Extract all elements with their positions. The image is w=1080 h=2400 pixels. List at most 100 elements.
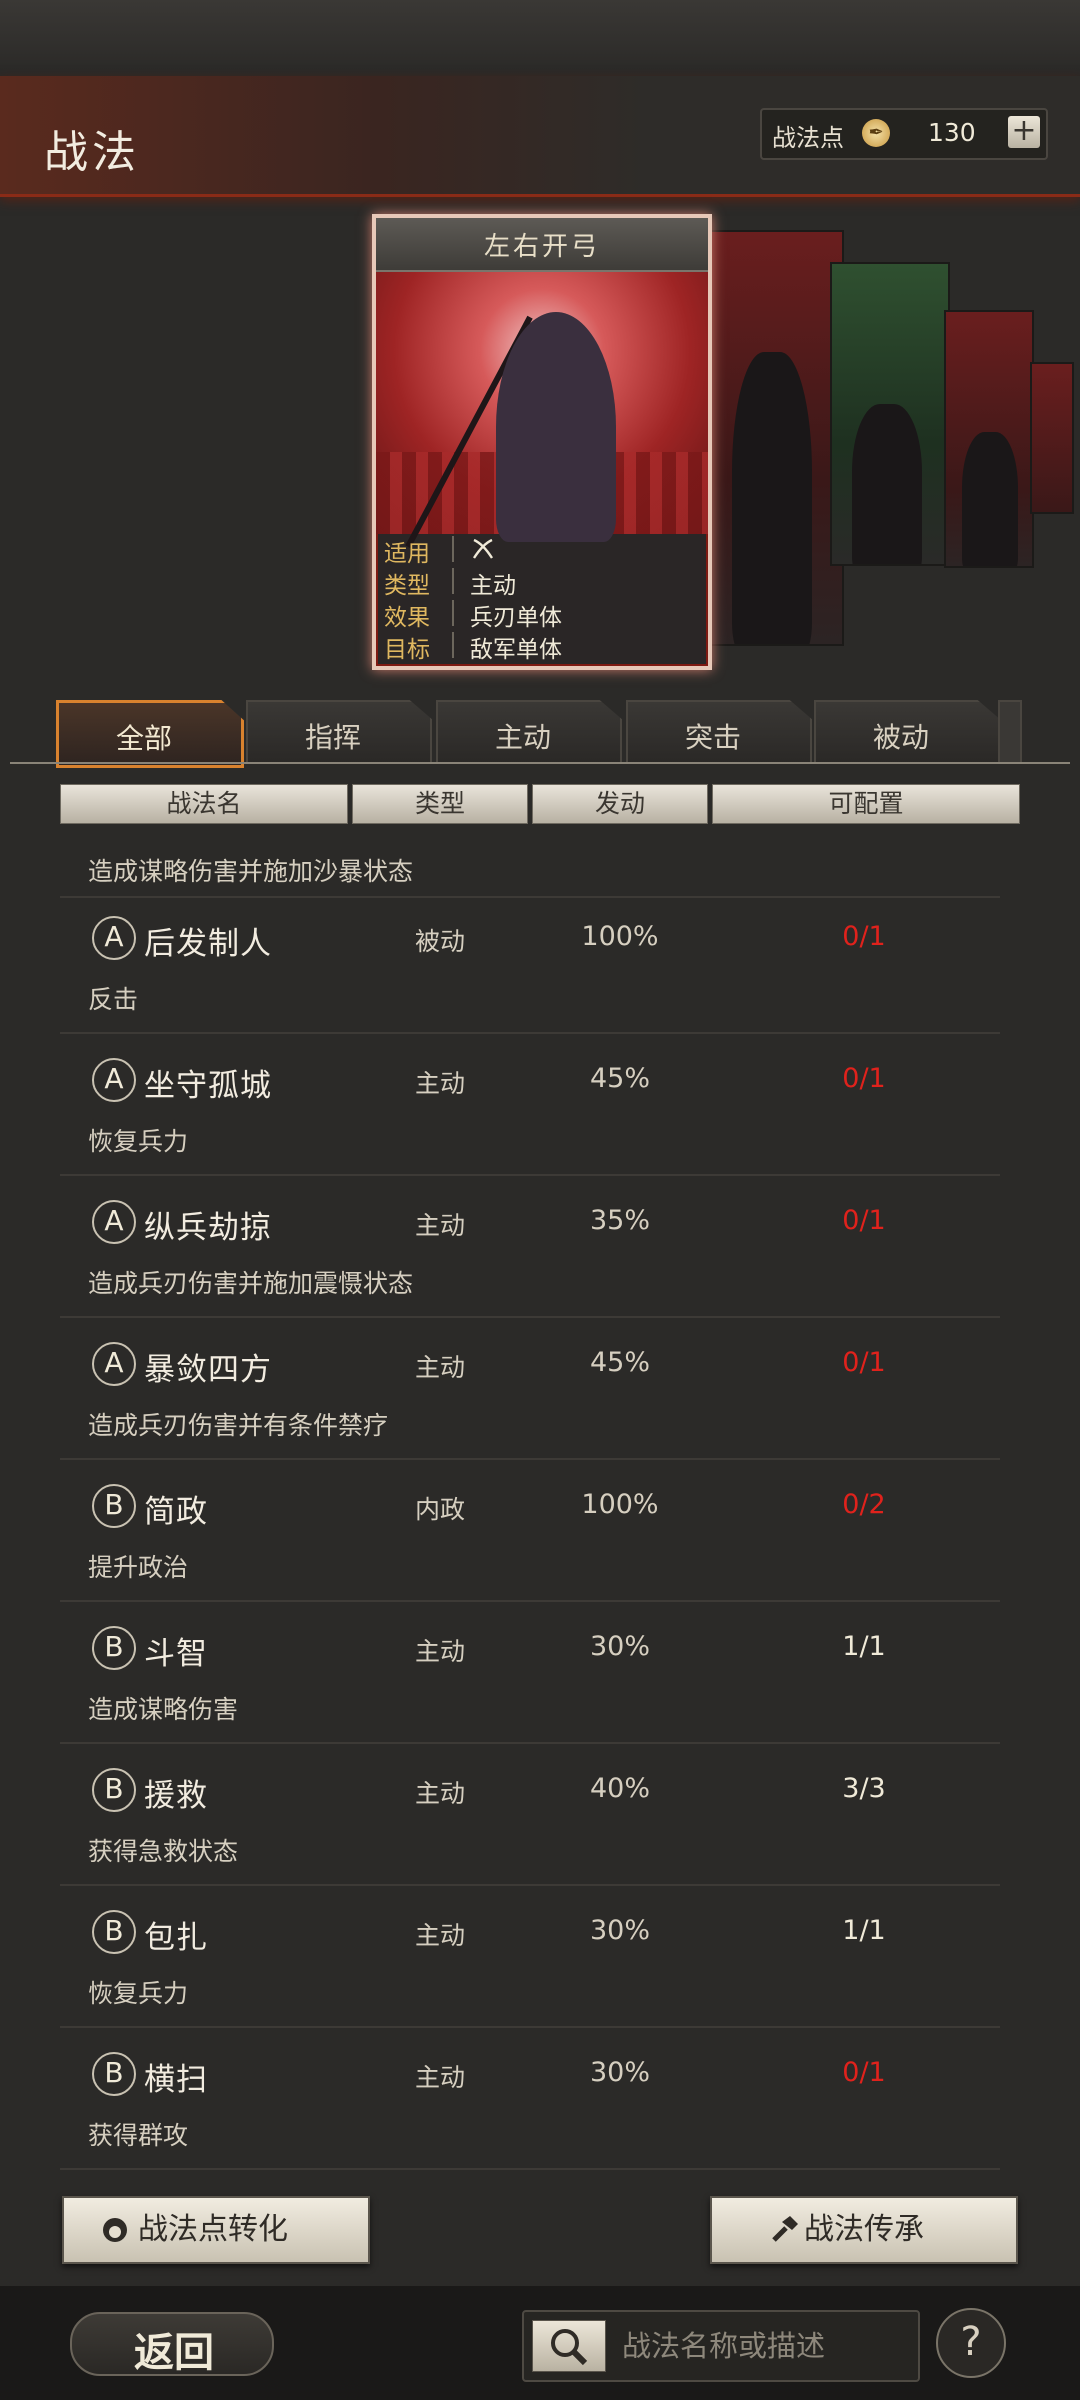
flame-icon [103,2218,127,2242]
tab-label: 全部 [115,722,172,755]
tab-assault[interactable]: 突击 [626,700,812,764]
search-box [522,2310,920,2382]
tab-command[interactable]: 指挥 [246,700,432,764]
row-separator [60,2168,1000,2170]
skill-type: 主动 [414,1779,465,1808]
column-header-name[interactable]: 战法名 [60,784,348,824]
skill-trigger-rate: 100% [581,921,659,952]
skill-list[interactable]: 造成谋略伤害并施加沙暴状态 A 后发制人 被动 100% 0/1 反击 A 坐守孤城 主动 45%… [0,838,1080,2174]
card-artwork [376,272,708,549]
skill-config-count: 0/1 [842,1063,886,1094]
column-header-type[interactable]: 类型 [352,784,528,824]
tactic-points-value: 130 [928,118,976,147]
skill-card-back-2[interactable] [830,262,950,566]
skill-description: 造成兵刃伤害并施加震慑状态 [88,1269,414,1298]
top-decor-strip [0,0,1080,76]
skill-description: 提升政治 [88,1553,189,1582]
stat-key: 效果 [384,605,430,631]
help-button[interactable]: ? [936,2308,1006,2378]
stat-value: 兵刃单体 [470,605,562,631]
skill-config-count: 0/1 [842,2057,886,2088]
skill-type: 主动 [414,1921,465,1950]
stat-row-applicable: 适用 [382,534,698,567]
stat-value: 敌军单体 [470,637,562,663]
stat-row-type: 类型 主动 [382,566,698,599]
skill-grade-badge: B [92,1768,136,1812]
skill-description: 恢复兵力 [88,1979,189,2008]
skill-trigger-rate: 45% [589,1063,650,1094]
stat-key: 适用 [384,541,430,567]
skill-name: 坐守孤城 [144,1068,272,1104]
skill-config-count: 3/3 [842,1773,886,1804]
skill-name: 后发制人 [144,926,272,962]
stat-row-effect: 效果 兵刃单体 [382,598,698,631]
tab-active[interactable]: 主动 [436,700,622,764]
tab-label: 突击 [684,721,741,754]
tab-overflow[interactable] [998,700,1022,764]
page-title: 战法 [44,127,140,178]
row-separator [60,1032,1000,1034]
skill-name: 简政 [144,1494,208,1530]
skill-description: 造成谋略伤害并施加沙暴状态 [88,857,414,886]
stat-row-target: 目标 敌军单体 [382,630,698,663]
row-separator [60,1174,1000,1176]
crossed-weapons-icon [472,538,494,559]
column-header-trigger[interactable]: 发动 [532,784,708,824]
tactic-points-box: 战法点 ✒ 130 + [760,108,1048,160]
tactic-points-label: 战法点 [772,124,844,152]
add-points-button[interactable]: + [1008,116,1040,148]
tab-label: 主动 [494,721,551,754]
skill-grade-badge: B [92,2052,136,2096]
skill-config-count: 0/1 [842,1347,886,1378]
skill-description: 造成兵刃伤害并有条件禁疗 [88,1411,389,1440]
skill-grade-badge: B [92,1910,136,1954]
skill-grade-badge: B [92,1484,136,1528]
skill-config-count: 1/1 [842,1631,886,1662]
skill-trigger-rate: 100% [581,1489,659,1520]
row-separator [60,1600,1000,1602]
skill-name: 暴敛四方 [144,1352,272,1388]
skill-trigger-rate: 30% [589,2057,650,2088]
skill-config-count: 0/2 [842,1489,886,1520]
skill-name: 斗智 [144,1636,208,1672]
skill-trigger-rate: 30% [589,1631,650,1662]
skill-config-count: 1/1 [842,1915,886,1946]
tab-label: 被动 [872,721,929,754]
skill-card-back-4[interactable] [1030,362,1074,514]
row-separator [60,1884,1000,1886]
skill-grade-badge: A [92,1342,136,1386]
skill-type: 内政 [414,1495,465,1524]
skill-type: 主动 [414,2063,465,2092]
skill-type: 主动 [414,1637,465,1666]
tab-passive[interactable]: 被动 [814,700,1000,764]
convert-points-button[interactable]: 战法点转化 [62,2196,370,2264]
skill-config-count: 0/1 [842,1205,886,1236]
inherit-skill-button[interactable]: 战法传承 [710,2196,1018,2264]
skill-type: 主动 [414,1211,465,1240]
convert-points-label: 战法点转化 [138,2212,288,2247]
skill-type: 被动 [414,927,465,956]
skill-card-back-3[interactable] [944,310,1034,568]
card-title-bar: 左右开弓 [376,218,708,272]
back-button[interactable]: 返回 [70,2312,274,2376]
skill-grade-badge: A [92,1058,136,1102]
search-button[interactable] [532,2320,606,2372]
skill-description: 获得急救状态 [88,1837,239,1866]
skill-card-back-1[interactable] [700,230,844,646]
selected-skill-card[interactable]: 左右开弓 适用 类型 主动 效果 兵刃单体 目标 敌军单体 [372,214,712,670]
search-input[interactable] [620,2324,910,2368]
skill-trigger-rate: 35% [589,1205,650,1236]
tab-all[interactable]: 全部 [56,700,244,768]
back-label: 返回 [134,2329,214,2376]
header-bar: 战法 战法点 ✒ 130 + [0,76,1080,197]
skill-description: 恢复兵力 [88,1127,189,1156]
row-separator [60,1316,1000,1318]
hammer-icon [772,2216,798,2242]
skill-type: 主动 [414,1353,465,1382]
skill-name: 包扎 [144,1920,208,1956]
skill-name: 纵兵劫掠 [144,1210,272,1246]
column-header-configurable[interactable]: 可配置 [712,784,1020,824]
skill-type: 主动 [414,1069,465,1098]
search-icon [551,2329,588,2366]
skill-name: 援救 [144,1778,208,1814]
